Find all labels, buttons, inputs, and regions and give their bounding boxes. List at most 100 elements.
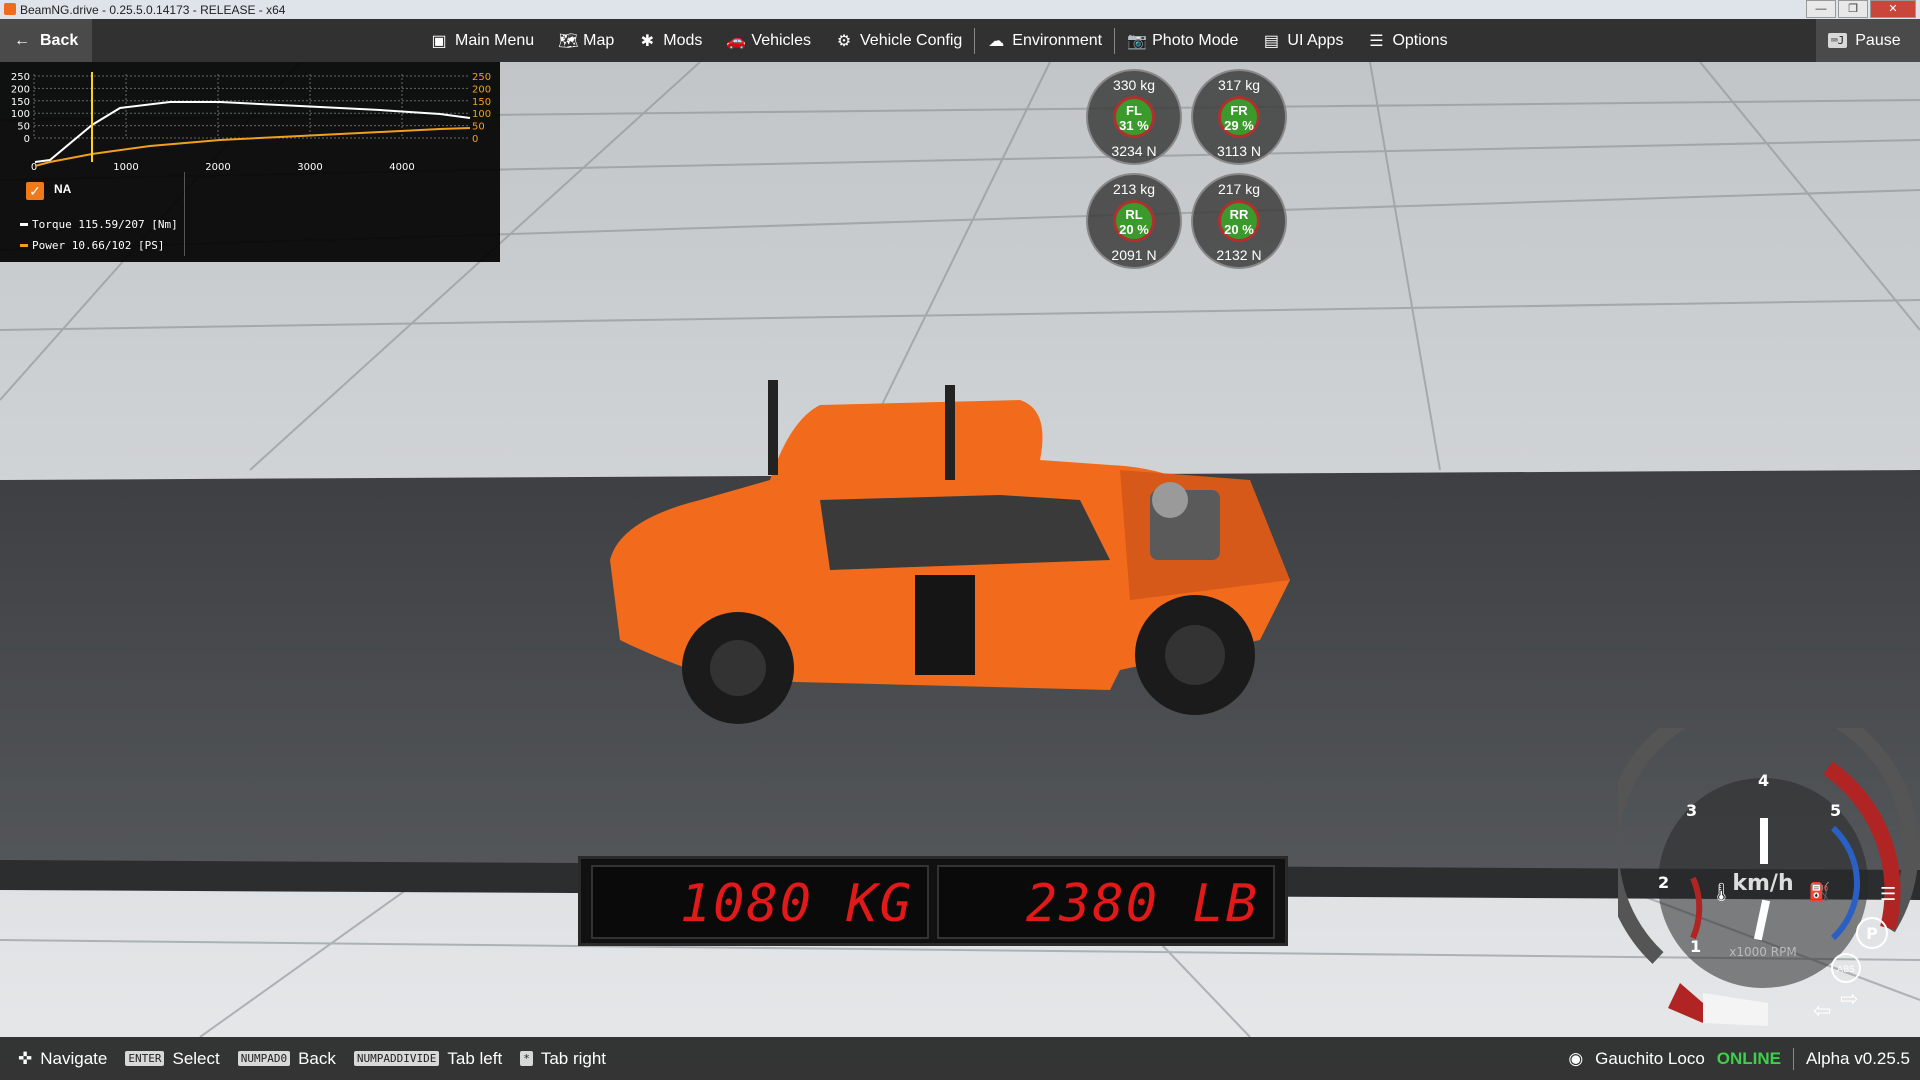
wheel-id: FR xyxy=(1230,103,1248,118)
key-enter: ENTER xyxy=(125,1051,165,1066)
menu-environment[interactable]: ☁ Environment xyxy=(975,19,1114,62)
hint-label: Back xyxy=(298,1048,336,1068)
menu-ui-apps[interactable]: ▤ UI Apps xyxy=(1250,19,1355,62)
rpm-tick-4: 4 xyxy=(1758,771,1769,790)
rpm-label: x1000 RPM xyxy=(1729,945,1796,959)
y-tick-right: 250 xyxy=(472,72,491,83)
dpad-icon: ✜ xyxy=(18,1048,33,1068)
abs-label: ABS xyxy=(1837,965,1855,975)
menu-map[interactable]: 🗺 Map xyxy=(546,19,626,62)
hint-label: Tab left xyxy=(447,1048,503,1068)
wheel-id: FL xyxy=(1126,103,1142,118)
hint-tab-right[interactable]: * Tab right xyxy=(520,1049,606,1069)
torque-swatch xyxy=(20,223,28,226)
menu-photo-mode[interactable]: 📷 Photo Mode xyxy=(1115,19,1250,62)
wheel-force: 2091 N xyxy=(1111,247,1157,263)
rpm-tick-5: 5 xyxy=(1830,801,1841,820)
hint-navigate[interactable]: ✜ Navigate xyxy=(18,1049,107,1069)
rpm-tick-3: 3 xyxy=(1686,801,1697,820)
back-button[interactable]: ← Back xyxy=(0,19,92,62)
speed-digit xyxy=(1760,818,1768,864)
beamng-app-icon xyxy=(4,3,16,15)
weigh-scale-display: 1080 KG 2380 LB xyxy=(578,856,1288,946)
menu-mods[interactable]: ✱ Mods xyxy=(626,19,714,62)
username: Gauchito Loco xyxy=(1595,1048,1705,1068)
y-tick-right: 200 xyxy=(472,84,491,95)
wheel-weight: 317 kg xyxy=(1217,77,1261,93)
speed-unit: km/h xyxy=(1732,871,1793,896)
version-label: Alpha v0.25.5 xyxy=(1806,1048,1910,1068)
menu-label: Map xyxy=(583,31,615,49)
steam-icon: ◉ xyxy=(1568,1048,1584,1068)
minimize-button[interactable]: — xyxy=(1806,0,1836,18)
wheel-weight: 217 kg xyxy=(1217,181,1261,197)
y-tick-left: 250 xyxy=(11,72,30,83)
y-tick-left: 200 xyxy=(11,84,30,95)
y-tick-left: 100 xyxy=(11,109,30,120)
x-tick: 2000 xyxy=(205,162,230,170)
hint-back[interactable]: NUMPAD0 Back xyxy=(237,1048,336,1069)
wheel-load-indicator: RL 20 % xyxy=(1113,200,1155,242)
wheel-id: RL xyxy=(1125,207,1143,222)
wheel-id: RR xyxy=(1229,207,1249,222)
wheel-fr-gauge: 317 kg FR 29 % 3113 N xyxy=(1191,69,1287,165)
throttle-indicator xyxy=(1668,983,1703,1023)
hint-select[interactable]: ENTER Select xyxy=(125,1048,220,1069)
status-separator xyxy=(1793,1047,1795,1070)
menu-vehicles[interactable]: 🚗 Vehicles xyxy=(714,19,823,62)
wheel-percent: 31 % xyxy=(1119,118,1149,133)
turn-left-icon: ⇦ xyxy=(1813,999,1831,1024)
window-titlebar: BeamNG.drive - 0.25.5.0.14173 - RELEASE … xyxy=(0,0,1920,19)
torque-legend: Torque 115.59/207 [Nm] xyxy=(20,218,178,231)
menu-options[interactable]: ☰ Options xyxy=(1355,19,1459,62)
wheel-rl-gauge: 213 kg RL 20 % 2091 N xyxy=(1086,173,1182,269)
hint-tab-left[interactable]: NUMPADDIVIDE Tab left xyxy=(353,1048,503,1069)
menu-label: Vehicle Config xyxy=(860,31,963,49)
y-tick-left: 50 xyxy=(17,122,30,133)
mods-icon: ✱ xyxy=(640,32,654,50)
y-tick-right: 100 xyxy=(472,109,491,120)
rpm-bar xyxy=(1703,993,1768,1026)
menu-vehicle-config[interactable]: ⚙ Vehicle Config xyxy=(823,19,974,62)
na-label: NA xyxy=(54,182,72,196)
menu-label: Mods xyxy=(663,31,703,49)
online-status: ONLINE xyxy=(1716,1048,1782,1068)
y-tick-right: 150 xyxy=(472,97,491,108)
x-tick: 4000 xyxy=(389,162,414,170)
top-menu-bar: ← Back ▣ Main Menu 🗺 Map ✱ Mods 🚗 Vehicles ⚙… xyxy=(0,19,1920,62)
menu-main-menu[interactable]: ▣ Main Menu xyxy=(418,19,546,62)
hint-label: Select xyxy=(172,1048,220,1068)
wheel-force: 3113 N xyxy=(1216,143,1262,159)
scale-lb-readout: 2380 LB xyxy=(937,865,1275,939)
ui-apps-icon: ▤ xyxy=(1263,32,1279,50)
power-legend-label: Power 10.66/102 [PS] xyxy=(32,239,165,252)
pause-button[interactable]: ⌨J Pause xyxy=(1816,19,1920,62)
key-numpaddivide: NUMPADDIVIDE xyxy=(353,1051,440,1066)
environment-icon: ☁ xyxy=(988,32,1005,50)
power-swatch xyxy=(20,244,28,247)
na-checkbox[interactable]: ✓ xyxy=(26,182,44,200)
gear-indicator: P xyxy=(1866,924,1878,943)
vehicle-config-icon: ⚙ xyxy=(836,32,852,50)
menu-label: Options xyxy=(1392,31,1448,49)
menu-label: Main Menu xyxy=(455,31,535,49)
wheel-percent: 20 % xyxy=(1224,222,1254,237)
menu-label: Environment xyxy=(1012,31,1103,49)
y-tick-right: 50 xyxy=(472,122,485,133)
wheel-weight: 330 kg xyxy=(1112,77,1156,93)
power-curve xyxy=(34,127,471,167)
menu-label: Photo Mode xyxy=(1152,31,1239,49)
wheel-percent: 29 % xyxy=(1224,118,1254,133)
rpm-tick-2: 2 xyxy=(1658,873,1669,892)
pause-label: Pause xyxy=(1855,31,1901,49)
x-tick: 3000 xyxy=(297,162,322,170)
close-button[interactable]: ✕ xyxy=(1870,0,1916,18)
maximize-button[interactable]: ❐ xyxy=(1838,0,1868,18)
bottom-hint-bar: ✜ Navigate ENTER Select NUMPAD0 Back NUMPAD… xyxy=(0,1037,1920,1080)
torque-curve-app[interactable]: 250 200 150 100 50 0 250 200 150 100 50 0 0 1000 200… xyxy=(0,62,500,262)
torque-power-graph: 250200150100500 250200150100500 0 1000 200… xyxy=(11,72,491,170)
wheel-load-indicator: RR 20 % xyxy=(1218,200,1260,242)
headlight-icon: ☰ xyxy=(1880,884,1896,905)
dashboard-gauge: km/h x1000 RPM 1 2 3 4 5 ⇦ ⇨ ABS P ☰ 🌡 ⛽ xyxy=(1602,690,1919,1033)
wheel-load-indicator: FR 29 % xyxy=(1218,96,1260,138)
